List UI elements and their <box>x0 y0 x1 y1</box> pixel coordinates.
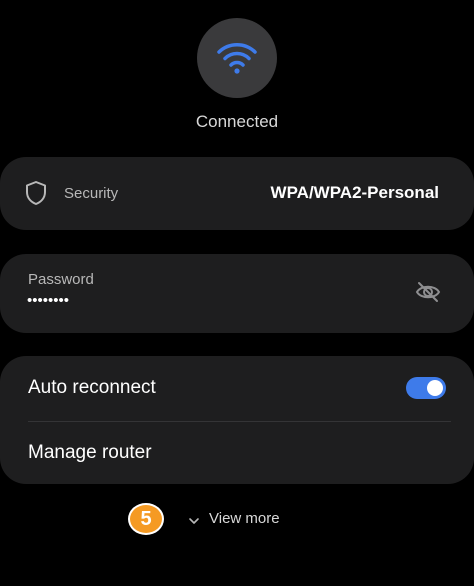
step-badge: 5 <box>128 503 164 535</box>
view-more-button[interactable]: View more <box>209 510 280 527</box>
password-label: Password <box>28 271 94 288</box>
settings-group <box>0 356 474 484</box>
wifi-status-circle <box>197 18 277 98</box>
eye-off-icon[interactable] <box>414 280 442 309</box>
manage-router-button[interactable]: Manage router <box>28 442 152 464</box>
chevron-down-icon[interactable] <box>188 513 200 531</box>
auto-reconnect-label: Auto reconnect <box>28 377 156 398</box>
divider <box>28 421 451 422</box>
wifi-icon <box>217 43 257 74</box>
security-label: Security <box>64 185 119 202</box>
security-value: WPA/WPA2-Personal <box>270 183 439 202</box>
password-field[interactable] <box>0 254 474 333</box>
shield-icon <box>24 180 48 211</box>
password-value[interactable]: •••••••• <box>27 292 69 309</box>
toggle-knob <box>427 380 443 396</box>
auto-reconnect-toggle[interactable] <box>406 377 446 399</box>
connection-status: Connected <box>195 112 279 131</box>
